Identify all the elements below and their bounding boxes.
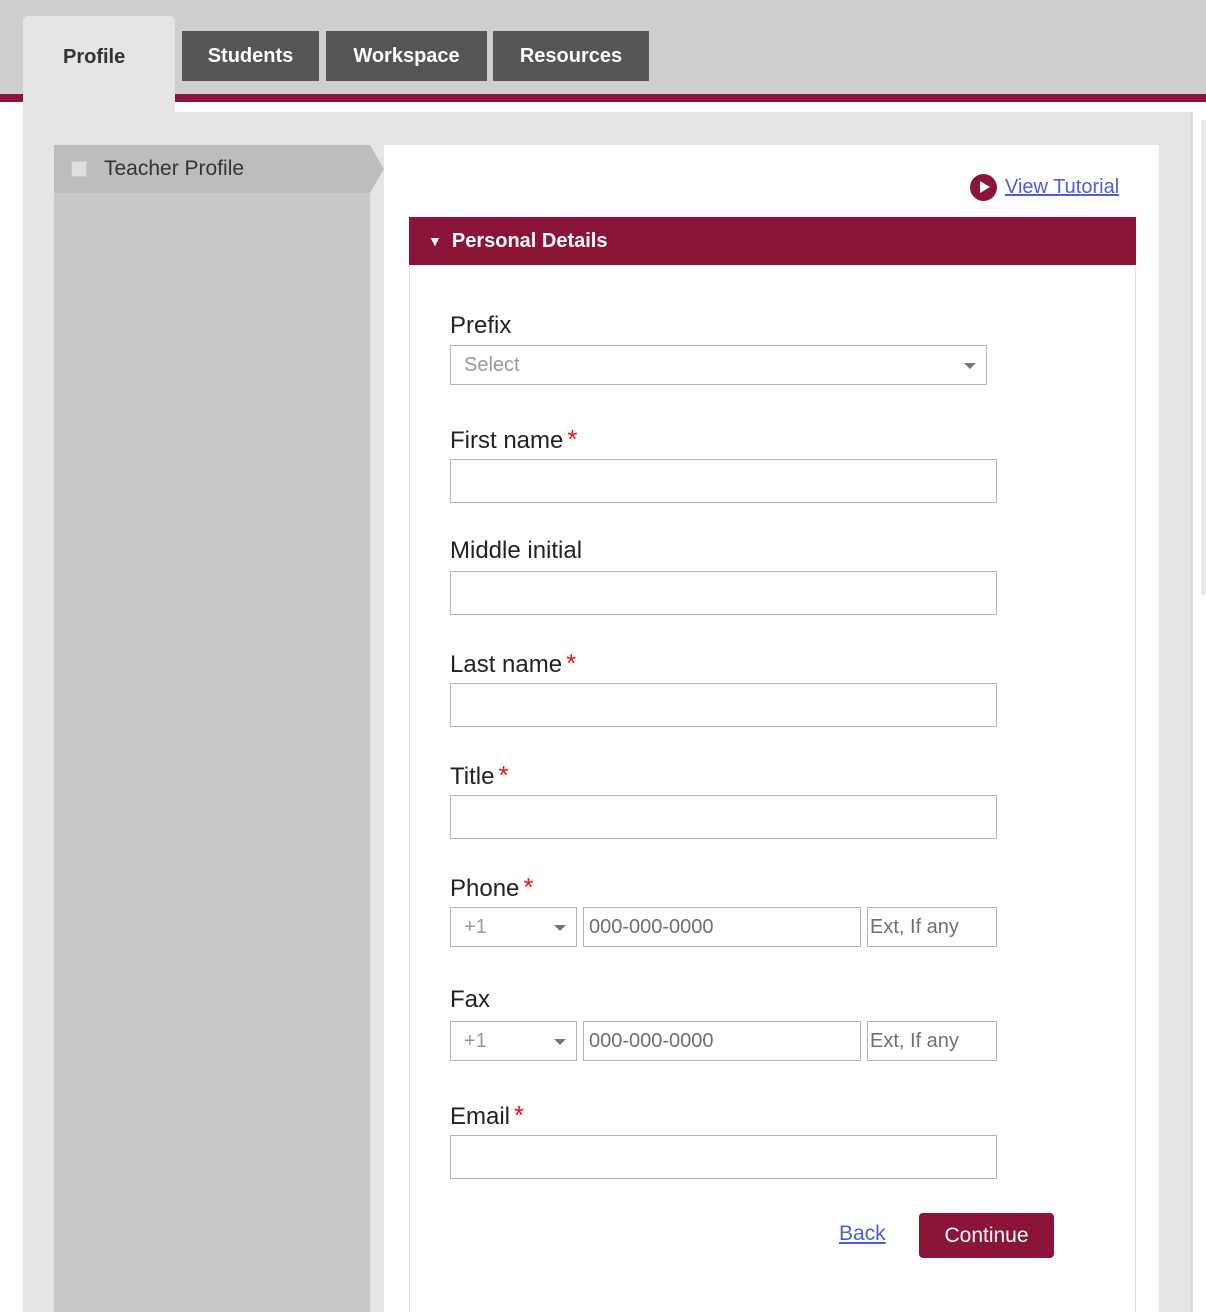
tab-students[interactable]: Students <box>182 31 319 81</box>
sidebar-item-checkbox[interactable] <box>71 161 87 177</box>
prefix-select-value: Select <box>464 353 520 376</box>
required-asterisk: * <box>498 760 509 790</box>
middle-initial-label-text: Middle initial <box>450 537 583 564</box>
last-name-label: Last name * <box>450 648 576 679</box>
view-tutorial-link-group[interactable]: View Tutorial <box>970 174 1119 201</box>
personal-details-header[interactable]: ▼ Personal Details <box>409 217 1136 265</box>
top-nav-accent-rule <box>0 94 1206 102</box>
section-title: Personal Details <box>451 229 608 252</box>
phone-label-text: Phone <box>450 875 520 902</box>
tab-profile[interactable]: Profile <box>23 16 175 116</box>
play-circle-icon[interactable] <box>970 174 997 201</box>
fax-country-code-select[interactable]: +1 <box>450 1021 577 1061</box>
first-name-input[interactable] <box>450 459 997 503</box>
fax-ext-input[interactable]: Ext, If any <box>867 1021 997 1061</box>
fax-number-input[interactable]: 000-000-0000 <box>583 1021 861 1061</box>
middle-initial-input[interactable] <box>450 571 997 615</box>
phone-label: Phone * <box>450 872 534 903</box>
last-name-label-text: Last name <box>450 651 563 678</box>
title-label-text: Title <box>450 763 495 790</box>
panel-edge <box>1190 112 1193 1312</box>
prefix-label: Prefix <box>450 312 511 340</box>
required-asterisk: * <box>566 648 577 678</box>
title-label: Title * <box>450 760 509 791</box>
phone-country-code-select[interactable]: +1 <box>450 907 577 947</box>
fax-ext-placeholder: Ext, If any <box>870 1029 959 1052</box>
phone-number-placeholder: 000-000-0000 <box>589 915 714 938</box>
sidebar-item-arrow <box>370 145 384 193</box>
sidebar <box>54 145 370 1312</box>
phone-number-input[interactable]: 000-000-0000 <box>583 907 861 947</box>
tab-profile-label: Profile <box>63 46 126 68</box>
last-name-input[interactable] <box>450 683 997 727</box>
chevron-down-icon <box>964 363 976 369</box>
first-name-label-text: First name <box>450 427 564 454</box>
phone-country-code-value: +1 <box>464 915 487 938</box>
prefix-select[interactable]: Select <box>450 345 987 385</box>
sidebar-item-label: Teacher Profile <box>104 157 245 180</box>
triangle-down-icon: ▼ <box>428 233 442 249</box>
required-asterisk: * <box>567 424 578 454</box>
continue-button[interactable]: Continue <box>919 1213 1054 1258</box>
required-asterisk: * <box>523 872 534 902</box>
email-input[interactable] <box>450 1135 997 1179</box>
required-asterisk: * <box>514 1100 525 1130</box>
chevron-down-icon <box>554 1039 566 1045</box>
fax-country-code-value: +1 <box>464 1029 487 1052</box>
prefix-label-text: Prefix <box>450 312 512 339</box>
chevron-down-icon <box>554 925 566 931</box>
back-link[interactable]: Back <box>839 1222 886 1246</box>
email-label-text: Email <box>450 1103 511 1130</box>
tab-resources[interactable]: Resources <box>493 31 649 81</box>
sidebar-item-teacher-profile[interactable]: Teacher Profile <box>54 145 370 193</box>
tab-workspace[interactable]: Workspace <box>326 31 487 81</box>
page-scrollbar[interactable] <box>1201 120 1206 595</box>
phone-ext-placeholder: Ext, If any <box>870 915 959 938</box>
fax-number-placeholder: 000-000-0000 <box>589 1029 714 1052</box>
title-input[interactable] <box>450 795 997 839</box>
email-label: Email * <box>450 1100 524 1131</box>
fax-label: Fax <box>450 986 490 1014</box>
first-name-label: First name * <box>450 424 577 455</box>
middle-initial-label: Middle initial <box>450 537 582 565</box>
phone-ext-input[interactable]: Ext, If any <box>867 907 997 947</box>
view-tutorial-link[interactable]: View Tutorial <box>1005 176 1119 199</box>
fax-label-text: Fax <box>450 986 491 1013</box>
